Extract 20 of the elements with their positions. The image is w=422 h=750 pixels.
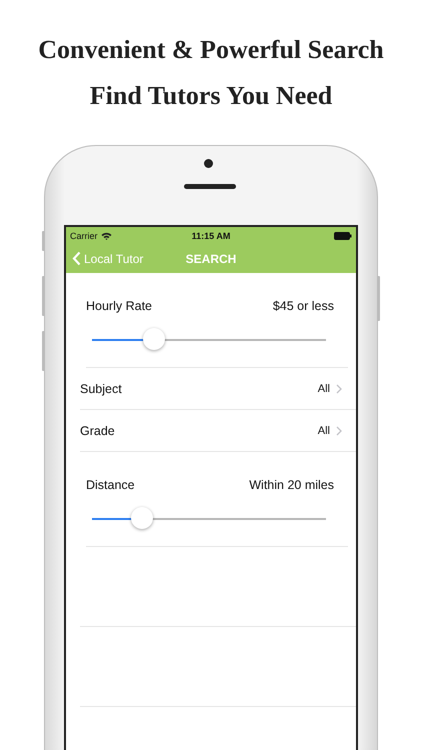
chevron-left-icon bbox=[72, 251, 81, 266]
status-time: 11:15 AM bbox=[192, 230, 230, 240]
headline: Find Tutors You Need bbox=[90, 80, 332, 112]
battery-icon bbox=[334, 232, 352, 240]
setting-value: $45 or less bbox=[272, 299, 334, 313]
list-item[interactable]: Subject All bbox=[80, 368, 342, 409]
chevron-right-icon bbox=[336, 384, 342, 394]
setting-label: Hourly Rate bbox=[86, 299, 152, 313]
speaker-icon bbox=[184, 184, 236, 189]
headline: Convenient & Powerful Search bbox=[38, 34, 384, 66]
setting-label: Distance bbox=[86, 478, 135, 492]
slider-thumb[interactable] bbox=[143, 328, 166, 350]
slider-thumb[interactable] bbox=[131, 507, 154, 529]
wifi-icon bbox=[100, 232, 112, 240]
list-item[interactable]: Grade All bbox=[80, 410, 342, 451]
screen-title: SEARCH bbox=[186, 252, 236, 266]
carrier-label: Carrier bbox=[70, 230, 98, 240]
chevron-right-icon bbox=[336, 426, 342, 436]
setting-value: Within 20 miles bbox=[249, 478, 334, 492]
camera-icon bbox=[204, 159, 213, 168]
